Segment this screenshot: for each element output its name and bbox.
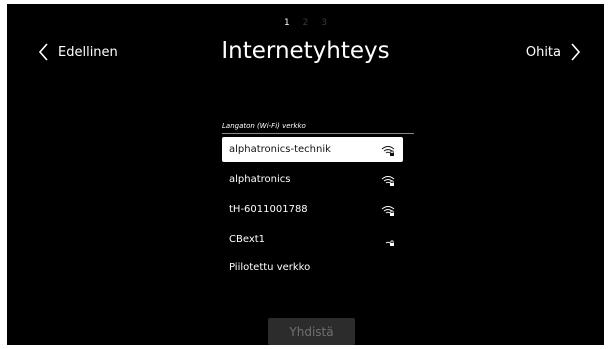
- network-name: alphatronics: [229, 174, 291, 185]
- step-indicator: 1 2 3: [7, 18, 604, 28]
- chevron-right-icon: [571, 43, 580, 61]
- skip-button-label: Ohita: [525, 44, 561, 60]
- setup-screen: 1 2 3 Edellinen Internetyhteys Ohita Lan…: [7, 4, 604, 345]
- wifi-locked-icon: [381, 205, 395, 216]
- wifi-locked-icon: [381, 175, 395, 186]
- skip-button[interactable]: Ohita: [526, 40, 580, 64]
- network-name: Piilotettu verkko: [229, 262, 311, 273]
- network-name: CBext1: [229, 234, 266, 245]
- wifi-weak-locked-icon: [385, 239, 394, 246]
- wifi-locked-icon: [381, 145, 395, 156]
- step-1: 1: [284, 18, 290, 28]
- step-2: 2: [302, 18, 309, 28]
- network-item-alphatronics[interactable]: alphatronics: [222, 167, 403, 192]
- network-name: alphatronics-technik: [229, 144, 331, 155]
- page-title: Internetyhteys: [221, 38, 390, 64]
- network-item-hidden-network[interactable]: Piilotettu verkko: [222, 255, 403, 280]
- network-name: tH-6011001788: [229, 204, 308, 215]
- step-3: 3: [321, 18, 327, 28]
- network-item-alphatronics-technik[interactable]: alphatronics-technik: [222, 137, 403, 162]
- connect-button[interactable]: Yhdistä: [268, 318, 355, 345]
- network-list-caption: Langaton (Wi-Fi) verkko: [222, 122, 306, 130]
- divider: [222, 133, 414, 134]
- network-item-cbext1[interactable]: CBext1: [222, 227, 403, 252]
- network-item-th-6011001788[interactable]: tH-6011001788: [222, 197, 403, 222]
